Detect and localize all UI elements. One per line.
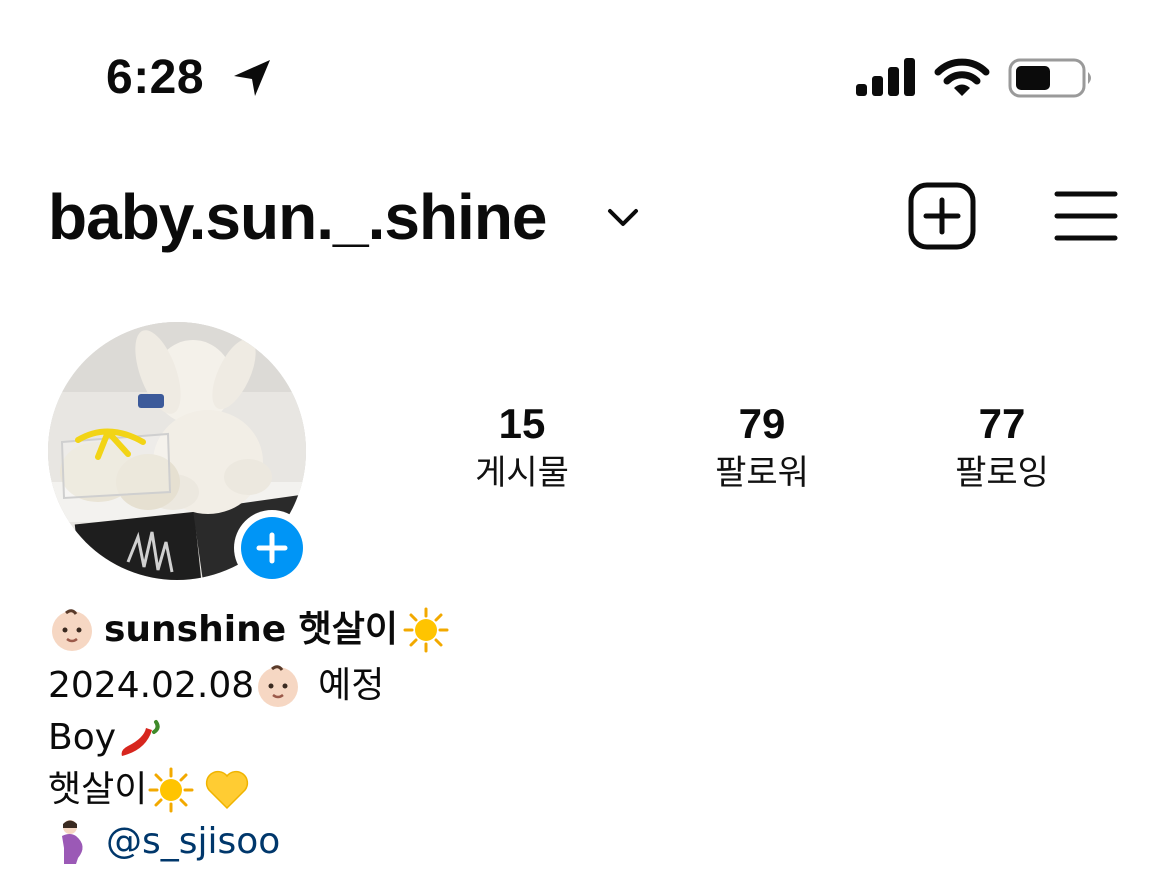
- cellular-signal-icon: [856, 58, 915, 96]
- wifi-icon: [934, 58, 990, 96]
- stat-followers-label: 팔로워: [715, 453, 809, 493]
- stat-posts-count: 15: [498, 400, 546, 447]
- bio-gender: Boy: [48, 717, 117, 758]
- plus-icon: [256, 532, 288, 564]
- add-story-badge: [241, 517, 303, 579]
- stat-followers[interactable]: 79 팔로워: [662, 398, 862, 496]
- stat-posts[interactable]: 15 게시물: [422, 398, 622, 496]
- stat-followers-count: 79: [738, 400, 786, 447]
- add-story-button[interactable]: [234, 510, 310, 586]
- bio-due-date: 2024.02.08: [48, 665, 255, 706]
- bio-line-4: @s_sjisoo: [48, 818, 280, 866]
- yellow-heart-icon: [206, 770, 249, 810]
- stat-following-count: 77: [978, 400, 1026, 447]
- menu-icon[interactable]: [1054, 190, 1118, 242]
- bio-line-2: Boy: [48, 714, 164, 762]
- battery-icon: [1008, 58, 1091, 98]
- bio-mention-link[interactable]: @s_sjisoo: [106, 820, 280, 864]
- chili-pepper-icon: [121, 720, 160, 756]
- sun-icon: [403, 607, 449, 653]
- bio-due-label: 예정: [318, 665, 385, 706]
- bio-name-line: sunshine 햇살이: [48, 606, 450, 654]
- stat-following-label: 팔로잉: [955, 453, 1049, 493]
- sun-icon: [148, 767, 194, 813]
- bio-line-3: 햇살이: [48, 766, 251, 814]
- bio-display-name: sunshine 햇살이: [104, 609, 399, 650]
- add-post-icon[interactable]: [908, 182, 976, 250]
- chevron-down-icon[interactable]: [606, 206, 640, 230]
- pregnant-woman-icon: [62, 820, 83, 864]
- stat-following[interactable]: 77 팔로잉: [902, 398, 1102, 496]
- baby-face-icon: [52, 609, 92, 651]
- bio-line-1: 2024.02.08 예정: [48, 662, 384, 710]
- baby-face-icon: [258, 665, 299, 707]
- location-arrow-icon: [234, 60, 270, 96]
- bio-nickname: 햇살이: [48, 769, 148, 810]
- stat-posts-label: 게시물: [475, 453, 569, 493]
- status-time: 6:28: [106, 51, 205, 104]
- profile-username[interactable]: baby.sun._.shine: [48, 180, 547, 254]
